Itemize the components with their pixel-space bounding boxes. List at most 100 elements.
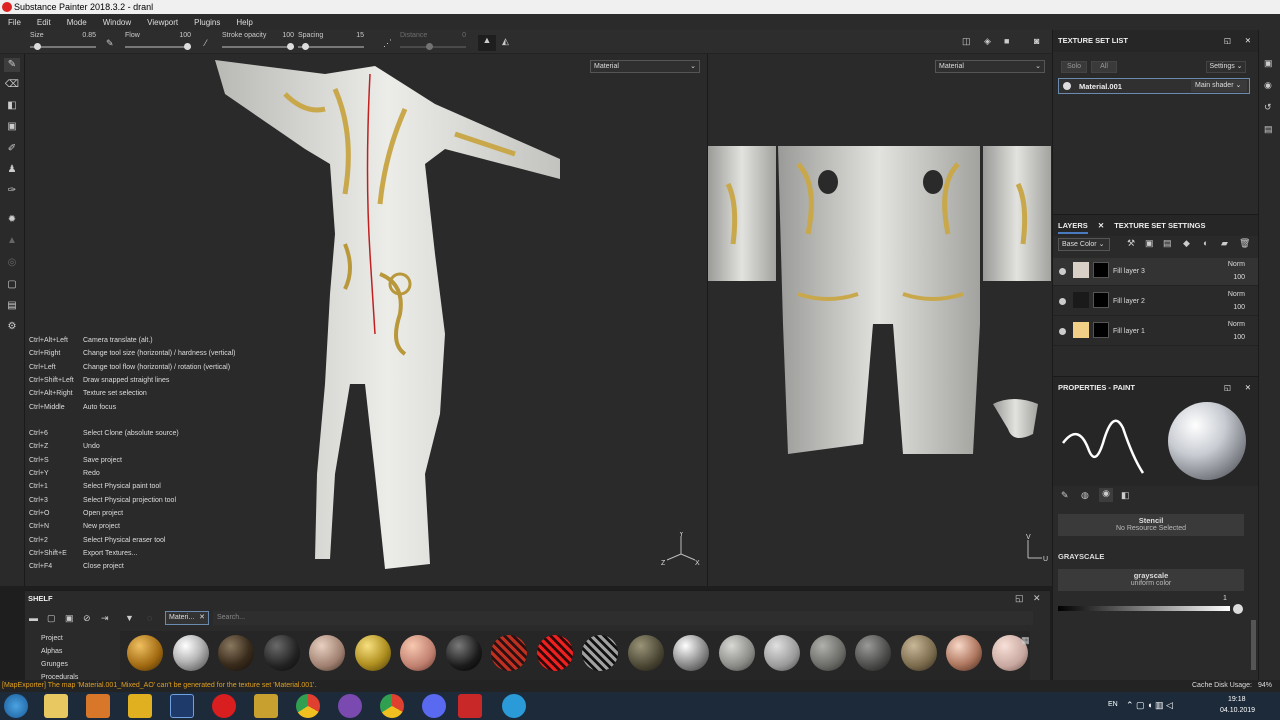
- add-fill-layer-icon[interactable]: ◆: [1183, 238, 1190, 249]
- cube-view-icon[interactable]: ◈: [984, 36, 991, 47]
- layer-visibility-icon[interactable]: [1059, 268, 1066, 275]
- clock-date[interactable]: 04.10.2019: [1220, 707, 1255, 714]
- add-layer-icon[interactable]: ▤: [1163, 238, 1172, 249]
- symmetry-icon[interactable]: ▲: [478, 35, 496, 51]
- add-effect-icon[interactable]: ⚒: [1127, 238, 1135, 249]
- material-thumbnail[interactable]: [900, 635, 937, 671]
- menu-viewport[interactable]: Viewport: [139, 18, 186, 27]
- app-yellow-icon[interactable]: [128, 694, 152, 718]
- filter-tag[interactable]: Materi... ✕: [165, 611, 209, 625]
- material-thumbnail[interactable]: [354, 635, 391, 671]
- tray-icons[interactable]: ⌃ ▢ ◖ ▥ ◁: [1126, 700, 1173, 711]
- layer-visibility-icon[interactable]: [1059, 298, 1066, 305]
- material-thumbnail[interactable]: [582, 635, 618, 671]
- substance-painter-taskbar-icon[interactable]: [458, 694, 482, 718]
- symmetry-settings-icon[interactable]: ◭: [502, 36, 509, 47]
- solo-button[interactable]: Solo: [1061, 61, 1087, 73]
- photoshop-taskbar-icon[interactable]: [170, 694, 194, 718]
- brush-tab-icon[interactable]: ✎: [1061, 490, 1069, 501]
- chrome-icon[interactable]: [296, 694, 320, 718]
- viewport-2d[interactable]: Material ⌄ V U: [707, 54, 1052, 586]
- filter-icon[interactable]: ▼: [125, 613, 134, 623]
- material-thumbnail[interactable]: [673, 635, 709, 671]
- lazy-mouse-icon[interactable]: ⋰: [383, 38, 392, 49]
- grayscale-slider[interactable]: [1058, 606, 1230, 611]
- viewport-3d-channel-select[interactable]: Material ⌄: [590, 60, 700, 73]
- close-shelf-icon[interactable]: ✕: [1033, 593, 1041, 604]
- size-knob[interactable]: [34, 43, 41, 50]
- layer-mask-thumbnail[interactable]: [1093, 322, 1109, 338]
- visibility-eye-icon[interactable]: [1063, 82, 1071, 90]
- material-thumbnail[interactable]: [400, 635, 436, 671]
- menu-mode[interactable]: Mode: [59, 18, 95, 27]
- discord-icon[interactable]: [422, 694, 446, 718]
- app-99-icon[interactable]: [254, 694, 278, 718]
- refresh-icon[interactable]: ◌: [147, 613, 152, 623]
- material-thumbnail[interactable]: [718, 635, 755, 671]
- layer-mask-thumbnail[interactable]: [1093, 292, 1109, 308]
- layer-mask-thumbnail[interactable]: [1093, 262, 1109, 278]
- new-item-icon[interactable]: ▣: [65, 613, 74, 624]
- viber-icon[interactable]: [338, 694, 362, 718]
- material-thumbnail[interactable]: [809, 635, 846, 671]
- color-picker-icon[interactable]: ✑: [4, 184, 20, 198]
- screenshot-icon[interactable]: ◙: [1034, 36, 1039, 46]
- history-icon[interactable]: ↺: [1264, 102, 1272, 113]
- close-icon[interactable]: ✕: [1245, 30, 1251, 52]
- viewport-3d[interactable]: Material ⌄ Ctrl+Alt+Left Camera translate…: [25, 54, 707, 586]
- layer-opacity[interactable]: 100: [1233, 274, 1245, 281]
- folder-icon[interactable]: ▬: [29, 613, 38, 623]
- undock-shelf-icon[interactable]: ◱: [1015, 593, 1024, 604]
- settings-dropdown[interactable]: Settings ⌄: [1206, 61, 1246, 73]
- pen-pressure-icon[interactable]: ⁄: [205, 38, 207, 48]
- display-settings-icon[interactable]: ▤: [4, 299, 20, 313]
- material-thumbnail[interactable]: [536, 635, 573, 671]
- close-properties-icon[interactable]: ✕: [1245, 377, 1251, 399]
- material-thumbnail[interactable]: [127, 635, 163, 671]
- stroke-opacity-slider[interactable]: Stroke opacity 100: [222, 32, 294, 52]
- spacing-knob[interactable]: [302, 43, 309, 50]
- uv-texture-map[interactable]: [708, 144, 1052, 454]
- tab-layers[interactable]: LAYERS: [1058, 221, 1088, 234]
- add-smart-material-icon[interactable]: ◐: [1203, 238, 1208, 248]
- material-thumbnail[interactable]: [946, 635, 982, 671]
- layer-row[interactable]: Fill layer 3 Norm 100: [1053, 258, 1259, 286]
- material-thumbnail[interactable]: [172, 635, 209, 671]
- layer-opacity[interactable]: 100: [1233, 304, 1245, 311]
- material-tab-icon[interactable]: ◧: [1121, 490, 1130, 501]
- grayscale-slot[interactable]: grayscale uniform color: [1058, 569, 1244, 591]
- flow-slider[interactable]: Flow 100: [125, 32, 191, 52]
- delete-layer-icon[interactable]: 🗑: [1239, 238, 1250, 249]
- split-view-icon[interactable]: ◫: [962, 36, 971, 47]
- material-thumbnail[interactable]: [491, 635, 527, 671]
- disabled-tool-icon[interactable]: ▲: [4, 234, 20, 248]
- all-button[interactable]: All: [1091, 61, 1117, 73]
- shelf-category[interactable]: Grunges: [41, 661, 68, 668]
- material-thumbnail[interactable]: [855, 635, 891, 671]
- add-mask-icon[interactable]: ▣: [1145, 238, 1154, 249]
- layer-row[interactable]: Fill layer 1 Norm 100: [1053, 318, 1259, 346]
- remove-filter-icon[interactable]: ✕: [199, 612, 205, 624]
- settings-gear-icon[interactable]: ⚙: [4, 320, 20, 334]
- chrome-2-icon[interactable]: [380, 694, 404, 718]
- polygon-fill-icon[interactable]: ▣: [4, 120, 20, 134]
- layer-opacity[interactable]: 100: [1233, 334, 1245, 341]
- layer-blend-mode[interactable]: Norm: [1228, 261, 1245, 268]
- material-thumbnail[interactable]: [764, 635, 800, 671]
- material-thumbnail[interactable]: [309, 635, 345, 671]
- explorer-icon[interactable]: [44, 694, 68, 718]
- photoshop-icon[interactable]: ▢: [4, 278, 20, 292]
- language-indicator[interactable]: EN: [1108, 701, 1118, 708]
- stencil-slot[interactable]: Stencil No Resource Selected: [1058, 514, 1244, 536]
- camera-icon[interactable]: ■: [1004, 36, 1009, 46]
- menu-help[interactable]: Help: [228, 18, 260, 27]
- material-thumbnail[interactable]: [263, 635, 300, 671]
- brush-icon[interactable]: ✎: [106, 38, 114, 49]
- clock-time[interactable]: 19:18: [1228, 696, 1246, 703]
- texture-set-item[interactable]: Material.001 Main shader ⌄: [1058, 78, 1250, 94]
- telegram-icon[interactable]: [502, 694, 526, 718]
- smudge-icon[interactable]: ✐: [4, 142, 20, 156]
- distance-slider[interactable]: Distance 0: [400, 32, 466, 52]
- size-slider[interactable]: Size 0.85: [30, 32, 96, 52]
- eraser-icon[interactable]: ⌫: [4, 78, 20, 92]
